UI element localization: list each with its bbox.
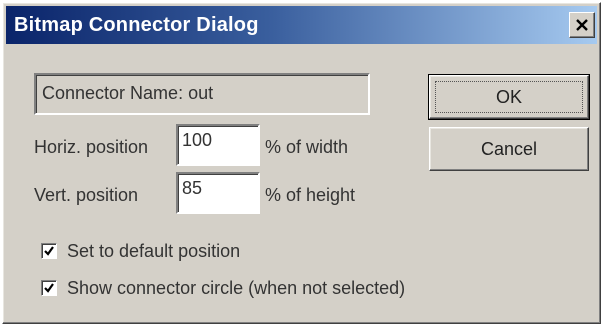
window-title: Bitmap Connector Dialog [14, 14, 259, 36]
horiz-position-input[interactable] [176, 124, 260, 166]
cancel-button-label: Cancel [480, 138, 538, 159]
vert-position-input[interactable] [176, 172, 260, 214]
focus-rectangle [435, 81, 583, 113]
title-bar[interactable]: Bitmap Connector Dialog [6, 6, 597, 44]
bitmap-connector-dialog: Bitmap Connector Dialog Connector Name: … [2, 2, 601, 324]
horiz-position-label: Horiz. position [34, 137, 149, 157]
vert-position-label: Vert. position [34, 185, 139, 205]
horiz-unit-label: % of width [265, 137, 349, 157]
vert-unit-label: % of height [265, 185, 356, 205]
connector-name-display: Connector Name: out [34, 73, 370, 115]
cancel-button[interactable]: Cancel [429, 127, 589, 171]
default-position-checkbox[interactable] [41, 243, 57, 259]
close-button[interactable] [569, 12, 595, 38]
checkmark-icon [44, 283, 54, 293]
show-circle-checkbox[interactable] [41, 280, 57, 296]
close-icon [576, 19, 588, 31]
default-position-label: Set to default position [67, 241, 241, 261]
checkmark-icon [44, 246, 54, 256]
show-circle-label: Show connector circle (when not selected… [67, 278, 406, 298]
ok-button[interactable]: OK [428, 74, 590, 120]
